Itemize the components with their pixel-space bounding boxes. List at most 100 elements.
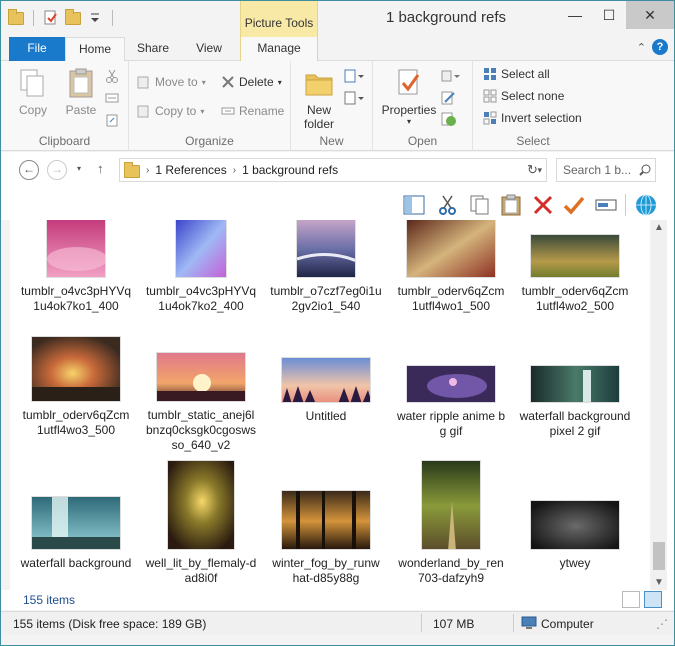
file-item[interactable]: winter_fog_by_runwhat-d85y88g <box>266 490 386 586</box>
easy-access-icon[interactable] <box>343 91 365 108</box>
file-item[interactable]: waterfall background <box>16 496 136 571</box>
paste-button[interactable]: Paste <box>61 67 101 117</box>
new-folder-icon[interactable] <box>64 9 82 27</box>
file-name: waterfall background <box>20 556 132 570</box>
new-folder-label-line1: New <box>306 103 331 117</box>
separator <box>33 10 34 26</box>
recent-locations-icon[interactable]: ▾ <box>77 164 81 173</box>
properties-button[interactable]: Properties ▾ <box>379 67 439 126</box>
copy-button[interactable]: Copy <box>13 67 53 117</box>
new-folder-label-line2: folder <box>303 117 335 131</box>
select-all-button[interactable]: Select all <box>483 67 550 81</box>
select-group: Select all Select none Invert selection … <box>473 61 593 151</box>
invert-selection-button[interactable]: Invert selection <box>483 111 582 125</box>
quick-access-toolbar <box>7 9 117 27</box>
file-item[interactable]: wonderland_by_ren703-dafzyh9 <box>391 460 511 586</box>
minimize-button[interactable]: — <box>558 1 592 29</box>
invert-selection-label: Invert selection <box>501 111 582 125</box>
scissors-icon[interactable] <box>437 194 459 216</box>
rename-icon <box>221 104 235 118</box>
tab-manage[interactable]: Manage <box>240 37 318 61</box>
chevron-right-icon[interactable]: › <box>233 165 236 176</box>
file-item[interactable]: tumblr_oderv6qZcm1utfl4wo2_500 <box>515 220 635 314</box>
file-item[interactable]: tumblr_oderv6qZcm1utfl4wo3_500 <box>16 336 136 438</box>
file-item[interactable]: waterfall background pixel 2 gif <box>515 365 635 439</box>
select-none-label: Select none <box>501 89 565 103</box>
help-icon[interactable]: ? <box>652 39 668 55</box>
status-location: Computer <box>541 617 594 631</box>
globe-icon[interactable] <box>635 194 657 216</box>
forward-button[interactable]: → <box>47 160 67 180</box>
picture-tools-label: Picture Tools <box>240 1 318 37</box>
large-icons-view-icon[interactable] <box>644 591 662 608</box>
new-item-icon[interactable] <box>343 69 365 86</box>
file-name: tumblr_o7czf7eg0i1u2gv2io1_540 <box>270 284 382 313</box>
history-icon[interactable] <box>441 111 457 130</box>
file-item[interactable]: tumblr_static_anej6lbnzq0cksgk0cgoswsso_… <box>141 352 261 453</box>
file-item[interactable]: tumblr_oderv6qZcm1utfl4wo1_500 <box>391 220 511 314</box>
image-thumbnail <box>156 352 246 402</box>
scroll-up-icon[interactable]: ▲ <box>651 222 667 233</box>
properties-icon[interactable] <box>42 9 60 27</box>
close-button[interactable]: ✕ <box>626 1 674 29</box>
file-name: tumblr_oderv6qZcm1utfl4wo1_500 <box>397 284 505 313</box>
select-all-icon <box>483 67 497 81</box>
tab-home[interactable]: Home <box>65 37 125 62</box>
file-name: water ripple anime bg gif <box>396 409 506 438</box>
chevron-down-icon[interactable]: ▾ <box>537 165 542 176</box>
delete-icon[interactable] <box>532 194 554 216</box>
maximize-button[interactable]: ☐ <box>592 1 626 29</box>
file-item[interactable]: ytwey <box>515 500 635 571</box>
move-to-button[interactable]: Move to ▾ <box>137 75 206 89</box>
file-item[interactable]: Untitled <box>266 357 386 424</box>
select-none-button[interactable]: Select none <box>483 89 564 103</box>
open-icon[interactable] <box>441 69 461 86</box>
file-item[interactable]: tumblr_o4vc3pHYVq1u4ok7ko2_400 <box>141 220 261 314</box>
new-folder-button[interactable]: New folder <box>299 67 339 131</box>
edit-icon[interactable] <box>441 90 457 109</box>
preview-pane-icon[interactable] <box>403 194 425 216</box>
resize-grip-icon[interactable]: ⋰ <box>656 617 668 631</box>
breadcrumb-segment[interactable]: 1 References <box>155 163 226 177</box>
search-icon <box>639 164 651 179</box>
rename-icon[interactable] <box>595 194 617 216</box>
checkmark-icon[interactable] <box>563 194 585 216</box>
copy-path-icon[interactable] <box>105 91 119 108</box>
details-view-icon[interactable] <box>622 591 640 608</box>
file-item[interactable]: water ripple anime bg gif <box>391 365 511 439</box>
refresh-icon[interactable]: ↻ <box>527 162 538 178</box>
back-button[interactable]: ← <box>19 160 39 180</box>
rename-button[interactable]: Rename <box>221 104 284 118</box>
scroll-down-icon[interactable]: ▼ <box>651 577 667 588</box>
select-all-label: Select all <box>501 67 550 81</box>
tab-view[interactable]: View <box>181 37 237 61</box>
file-item[interactable]: tumblr_o7czf7eg0i1u2gv2io1_540 <box>266 220 386 314</box>
tab-file[interactable]: File <box>9 37 65 61</box>
scrollbar-thumb[interactable] <box>653 542 665 570</box>
ribbon-options: ⌃ ? <box>637 39 668 55</box>
paste-shortcut-icon[interactable] <box>105 113 119 130</box>
image-thumbnail <box>31 496 121 550</box>
copy-icon[interactable] <box>469 194 491 216</box>
chevron-up-icon[interactable]: ⌃ <box>637 41 646 54</box>
folder-icon[interactable] <box>7 9 25 27</box>
new-label: New <box>319 134 344 148</box>
paste-icon[interactable] <box>500 194 522 216</box>
tab-share[interactable]: Share <box>125 37 181 61</box>
file-item[interactable]: well_lit_by_flemaly-dad8i0f <box>141 460 261 586</box>
delete-button[interactable]: Delete ▾ <box>221 75 282 89</box>
chevron-right-icon[interactable]: › <box>146 165 149 176</box>
file-name: tumblr_static_anej6lbnzq0cksgk0cgoswsso_… <box>145 408 257 452</box>
file-grid: tumblr_o4vc3pHYVq1u4ok7ko1_400 tumblr_o4… <box>10 220 650 590</box>
customize-dropdown-icon[interactable] <box>86 9 104 27</box>
breadcrumb-segment[interactable]: 1 background refs <box>242 163 338 177</box>
copy-to-button[interactable]: Copy to ▾ <box>137 104 204 118</box>
up-arrow-icon[interactable]: ↑ <box>97 161 104 176</box>
separator <box>625 194 626 216</box>
vertical-scrollbar[interactable]: ▲ ▼ <box>651 220 667 590</box>
cut-icon[interactable] <box>105 69 119 86</box>
file-item[interactable]: tumblr_o4vc3pHYVq1u4ok7ko1_400 <box>16 220 136 314</box>
file-name: ytwey <box>559 556 591 570</box>
address-bar[interactable]: › 1 References › 1 background refs ▾ <box>119 158 547 182</box>
image-thumbnail <box>530 234 620 278</box>
